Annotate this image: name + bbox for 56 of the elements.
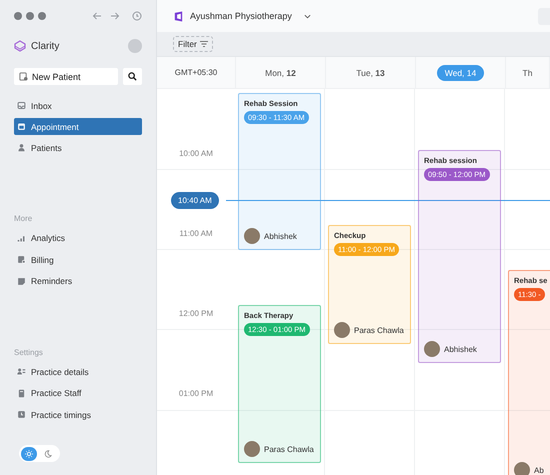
nav-item[interactable]: Patients: [14, 139, 142, 156]
person-name: Paras Chawla: [354, 326, 404, 334]
person-name: Paras Chawla: [264, 444, 314, 454]
people-icon: [17, 367, 26, 376]
bar-chart-icon: [17, 234, 26, 242]
current-time-label: 10:40 AM: [171, 192, 219, 209]
day-header[interactable]: Mon, 12: [257, 64, 304, 80]
menu-item[interactable]: Practice timings: [14, 408, 142, 422]
brand-name: Clarity: [31, 40, 60, 52]
person-avatar: [424, 341, 440, 357]
person-avatar: [334, 322, 350, 338]
add-patient-icon: [19, 72, 28, 81]
chevron-down-icon[interactable]: [304, 14, 311, 18]
nav-item[interactable]: Inbox: [14, 97, 142, 114]
back-arrow-icon[interactable]: [92, 11, 102, 21]
person-avatar: [244, 228, 260, 244]
practice-name: Ayushman Physiotherapy: [190, 11, 292, 21]
light-mode-button[interactable]: [21, 446, 37, 460]
day-header[interactable]: Tue, 13: [348, 64, 393, 80]
moon-icon: [44, 450, 52, 458]
person-avatar: [244, 441, 260, 457]
menu-item[interactable]: Billing: [14, 252, 142, 266]
person-name: Ab: [534, 466, 544, 474]
filter-icon: [200, 41, 208, 47]
new-patient-button[interactable]: New Patient: [14, 68, 118, 85]
menu-item[interactable]: Practice details: [14, 364, 142, 378]
clock-icon[interactable]: [132, 11, 142, 21]
logo-icon: [14, 40, 26, 52]
person-name: Abhishek: [264, 232, 297, 240]
practice-logo-icon: [173, 10, 184, 22]
menu-item[interactable]: Practice Staff: [14, 386, 142, 400]
menu-item[interactable]: Reminders: [14, 274, 142, 288]
section-heading: Settings: [14, 348, 44, 356]
person-icon: [17, 143, 26, 152]
receipt-icon: [17, 255, 26, 264]
time-label: 12:00 PM: [178, 309, 214, 318]
time-label: 11:00 AM: [178, 229, 214, 238]
search-button[interactable]: [123, 68, 142, 85]
person-name: Abhishek: [444, 344, 477, 354]
clock-icon: [17, 410, 26, 419]
filter-button[interactable]: Filter: [173, 36, 213, 52]
calendar-icon: [17, 122, 26, 131]
note-icon: [17, 276, 26, 286]
inbox-icon: [17, 101, 26, 110]
day-header[interactable]: Th: [514, 64, 540, 80]
section-heading: More: [14, 214, 34, 223]
sun-icon: [25, 450, 33, 458]
search-icon: [128, 72, 137, 81]
forward-arrow-icon[interactable]: [110, 11, 120, 21]
person-avatar: [514, 462, 530, 475]
menu-item[interactable]: Analytics: [14, 231, 142, 245]
time-label: 10:00 AM: [178, 149, 214, 158]
nav-item[interactable]: Appointment: [14, 118, 142, 135]
timezone-label: GMT+05:30: [174, 68, 218, 77]
document-icon: [17, 388, 26, 398]
time-label: 01:00 PM: [178, 389, 214, 398]
